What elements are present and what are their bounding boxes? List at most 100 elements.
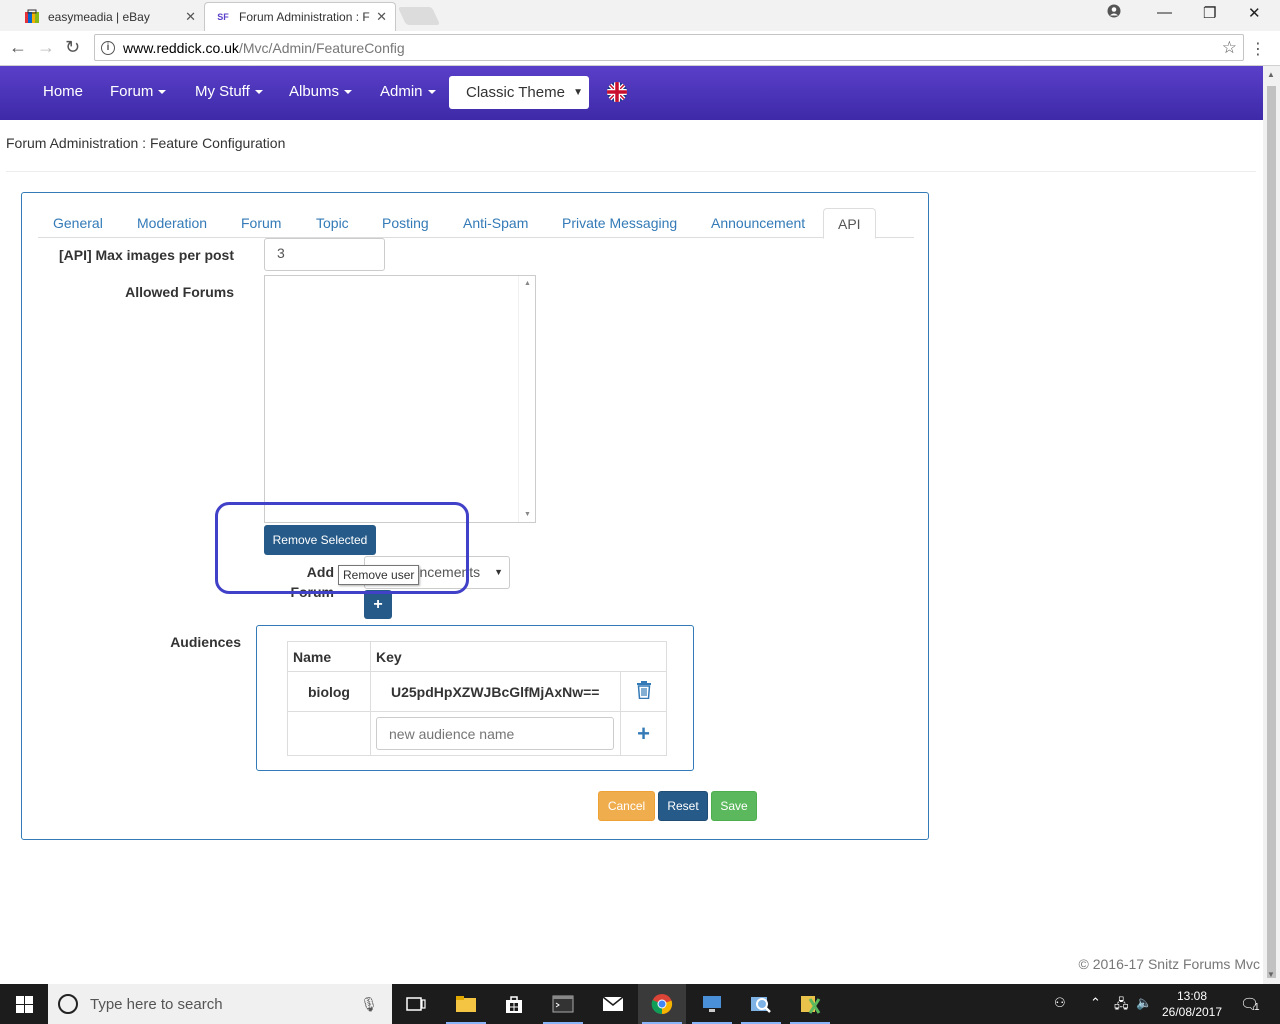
- config-tabs: General Moderation Forum Topic Posting A…: [38, 208, 914, 239]
- site-info-icon[interactable]: i: [101, 40, 115, 55]
- column-header-key: Key: [370, 641, 667, 672]
- remote-desktop-icon[interactable]: [688, 984, 736, 1024]
- tab-topic[interactable]: Topic: [302, 208, 363, 238]
- tab-moderation[interactable]: Moderation: [123, 208, 221, 238]
- close-tab-icon[interactable]: ✕: [185, 9, 196, 25]
- search-tool-icon[interactable]: [737, 984, 785, 1024]
- store-icon[interactable]: [490, 984, 538, 1024]
- terminal-icon[interactable]: [539, 984, 587, 1024]
- scroll-up-icon[interactable]: ▲: [524, 280, 531, 287]
- audience-key: U25pdHpXZWJBcGlfMjAxNw==: [370, 671, 621, 712]
- audiences-table: Name Key biolog U25pdHpXZWJBcGlfMjAxNw==…: [287, 641, 667, 756]
- volume-icon[interactable]: 🔈: [1136, 995, 1152, 1011]
- listbox-scrollbar[interactable]: ▲ ▼: [518, 276, 535, 522]
- chrome-icon[interactable]: [638, 984, 686, 1024]
- tab-announcement[interactable]: Announcement: [697, 208, 819, 238]
- scroll-down-icon[interactable]: ▼: [1267, 970, 1275, 979]
- tooltip: Remove user: [338, 565, 420, 585]
- browser-tab-forum-admin[interactable]: SF Forum Administration : F ✕: [204, 2, 396, 31]
- column-header-name: Name: [287, 641, 371, 672]
- footer-copyright: © 2016-17 Snitz Forums Mvc: [1078, 956, 1261, 972]
- bookmark-star-icon[interactable]: ☆: [1222, 38, 1237, 58]
- file-explorer-icon[interactable]: [442, 984, 490, 1024]
- tab-general[interactable]: General: [39, 208, 117, 238]
- mail-icon[interactable]: [589, 984, 637, 1024]
- audiences-label: Audiences: [170, 634, 241, 650]
- page-scrollbar[interactable]: ▲ ▼: [1263, 66, 1280, 984]
- forward-arrow-icon[interactable]: →: [37, 37, 55, 58]
- tab-posting[interactable]: Posting: [368, 208, 443, 238]
- tab-anti-spam[interactable]: Anti-Spam: [449, 208, 542, 238]
- max-images-label: [API] Max images per post: [58, 247, 234, 263]
- minimize-icon[interactable]: —: [1157, 4, 1172, 21]
- theme-select-value: Classic Theme: [466, 84, 565, 101]
- nav-home[interactable]: Home: [43, 83, 83, 100]
- table-row: biolog U25pdHpXZWJBcGlfMjAxNw==: [287, 671, 667, 712]
- cortana-icon: [58, 994, 78, 1014]
- microphone-icon[interactable]: 🎙: [360, 996, 378, 1013]
- database-tool-icon[interactable]: [786, 984, 834, 1024]
- show-hidden-icons-chevron-icon[interactable]: ⌃: [1090, 995, 1101, 1011]
- scrollbar-thumb[interactable]: [1267, 86, 1276, 978]
- browser-tab-title: Forum Administration : F: [239, 10, 370, 24]
- dropdown-arrow-icon: ▼: [494, 567, 503, 577]
- new-audience-name-input[interactable]: [376, 717, 614, 750]
- task-view-icon[interactable]: [392, 984, 440, 1024]
- windows-taskbar: Type here to search 🎙 ⚇ ⌃ 🖧 🔈 13:08 26/0…: [0, 984, 1280, 1024]
- nav-forum-dropdown[interactable]: Forum: [110, 83, 167, 100]
- people-icon[interactable]: ⚇: [1054, 995, 1066, 1011]
- clock-time: 13:08: [1176, 989, 1208, 1003]
- windows-start-icon[interactable]: [0, 984, 48, 1024]
- back-arrow-icon[interactable]: ←: [9, 37, 27, 58]
- taskbar-clock[interactable]: 13:08 26/08/2017: [1158, 988, 1226, 1020]
- clock-date: 26/08/2017: [1161, 1005, 1223, 1019]
- snitz-favicon-icon: SF: [217, 12, 229, 22]
- scroll-up-icon[interactable]: ▲: [1267, 70, 1275, 79]
- tab-forum[interactable]: Forum: [227, 208, 295, 238]
- reset-button[interactable]: Reset: [658, 791, 708, 821]
- cancel-button[interactable]: Cancel: [598, 791, 655, 821]
- max-images-input[interactable]: 3: [264, 238, 385, 271]
- browser-menu-icon[interactable]: ⋮: [1250, 39, 1266, 59]
- new-tab-button[interactable]: [397, 7, 441, 25]
- divider: [6, 171, 1256, 172]
- table-header-row: Name Key: [287, 641, 667, 672]
- caret-down-icon: [427, 90, 436, 95]
- table-row: +: [287, 711, 667, 756]
- caret-down-icon: [344, 90, 353, 95]
- address-bar[interactable]: i www.reddick.co.uk/Mvc/Admin/FeatureCon…: [94, 34, 1244, 61]
- nav-admin-dropdown[interactable]: Admin: [380, 83, 436, 100]
- site-navbar: Home Forum My Stuff Albums Admin Classic…: [0, 66, 1263, 120]
- trash-icon[interactable]: [636, 681, 652, 702]
- ebay-favicon-icon: [24, 9, 40, 25]
- network-icon[interactable]: 🖧: [1114, 995, 1129, 1017]
- taskbar-search-box[interactable]: Type here to search 🎙: [48, 984, 392, 1024]
- browser-tab-strip: easymeadia | eBay ✕ SF Forum Administrat…: [0, 0, 1280, 31]
- tab-private-messaging[interactable]: Private Messaging: [548, 208, 691, 238]
- reload-icon[interactable]: ↻: [65, 37, 80, 58]
- browser-tab-ebay[interactable]: easymeadia | eBay ✕: [14, 2, 204, 31]
- notification-count: 1: [1254, 1002, 1260, 1013]
- theme-select[interactable]: Classic Theme ▼: [449, 76, 589, 109]
- tab-api[interactable]: API: [823, 208, 876, 239]
- audience-name: biolog: [287, 671, 371, 712]
- add-forum-button[interactable]: +: [364, 590, 392, 619]
- url-path: /Mvc/Admin/FeatureConfig: [238, 39, 405, 56]
- profile-icon[interactable]: [1107, 4, 1121, 22]
- scroll-down-icon[interactable]: ▼: [524, 511, 531, 518]
- url-host: www.reddick.co.uk: [123, 39, 239, 56]
- caret-down-icon: [158, 90, 167, 95]
- add-audience-plus-icon[interactable]: +: [637, 721, 650, 746]
- allowed-forums-listbox[interactable]: ▲ ▼: [264, 275, 536, 523]
- save-button[interactable]: Save: [711, 791, 757, 821]
- page-title: Forum Administration : Feature Configura…: [6, 135, 286, 151]
- uk-flag-language-icon[interactable]: [607, 82, 627, 102]
- close-tab-icon[interactable]: ✕: [376, 9, 387, 25]
- nav-my-stuff-dropdown[interactable]: My Stuff: [195, 83, 263, 100]
- caret-down-icon: [254, 90, 263, 95]
- search-placeholder: Type here to search: [90, 995, 223, 1013]
- close-window-icon[interactable]: ✕: [1248, 4, 1261, 22]
- browser-tab-title: easymeadia | eBay: [48, 9, 150, 24]
- restore-icon[interactable]: ❐: [1203, 4, 1216, 22]
- nav-albums-dropdown[interactable]: Albums: [289, 83, 353, 100]
